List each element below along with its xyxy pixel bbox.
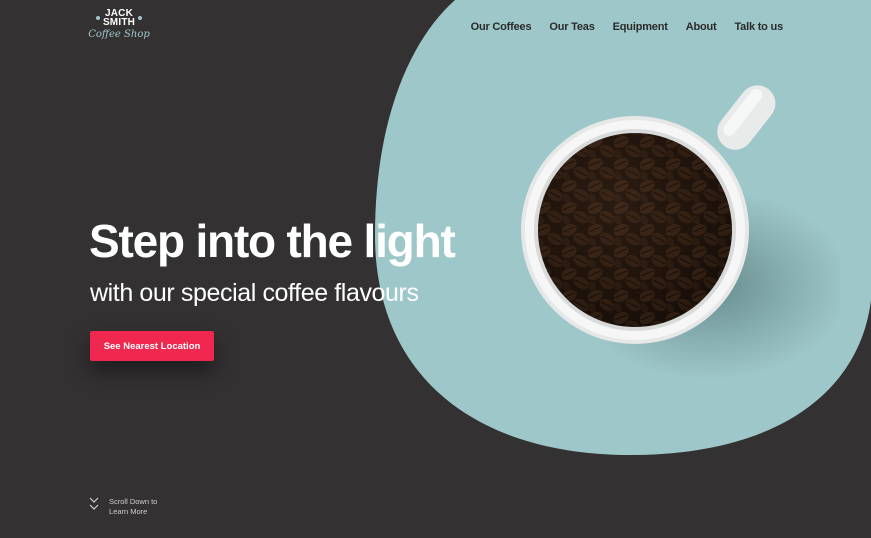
nav-item-equipment[interactable]: Equipment [613, 21, 668, 33]
brand-name-line2: SMITH [102, 17, 136, 28]
scroll-hint-text: Scroll Down to Learn More [109, 497, 157, 517]
scroll-hint-line1: Scroll Down to [109, 497, 158, 506]
logo-dot-icon [138, 16, 143, 20]
brand-logo[interactable]: JACK SMITH Coffee Shop [88, 9, 150, 41]
scroll-hint-line2: Learn More [109, 507, 148, 516]
hero-section: JACK SMITH Coffee Shop Our Coffees Our T… [0, 0, 871, 538]
nav-item-about[interactable]: About [686, 21, 717, 33]
nav-item-talk-to-us[interactable]: Talk to us [734, 21, 783, 33]
brand-tagline: Coffee Shop [88, 29, 150, 40]
nav-item-our-teas[interactable]: Our Teas [549, 21, 594, 33]
main-nav: Our Coffees Our Teas Equipment About Tal… [471, 21, 784, 33]
scroll-chevron-icon [89, 497, 99, 503]
brand-name: JACK SMITH [88, 9, 150, 28]
scroll-chevron-icon [89, 504, 99, 510]
see-nearest-location-button[interactable]: See Nearest Location [90, 331, 214, 361]
hero-headline: Step into the light [89, 215, 456, 267]
hero-subheadline: with our special coffee flavours [90, 279, 419, 307]
logo-dot-icon [95, 16, 100, 20]
scroll-hint[interactable]: Scroll Down to Learn More [89, 497, 157, 517]
nav-item-our-coffees[interactable]: Our Coffees [471, 21, 532, 33]
coffee-cup-image [521, 85, 840, 380]
scroll-chevrons [89, 497, 99, 510]
